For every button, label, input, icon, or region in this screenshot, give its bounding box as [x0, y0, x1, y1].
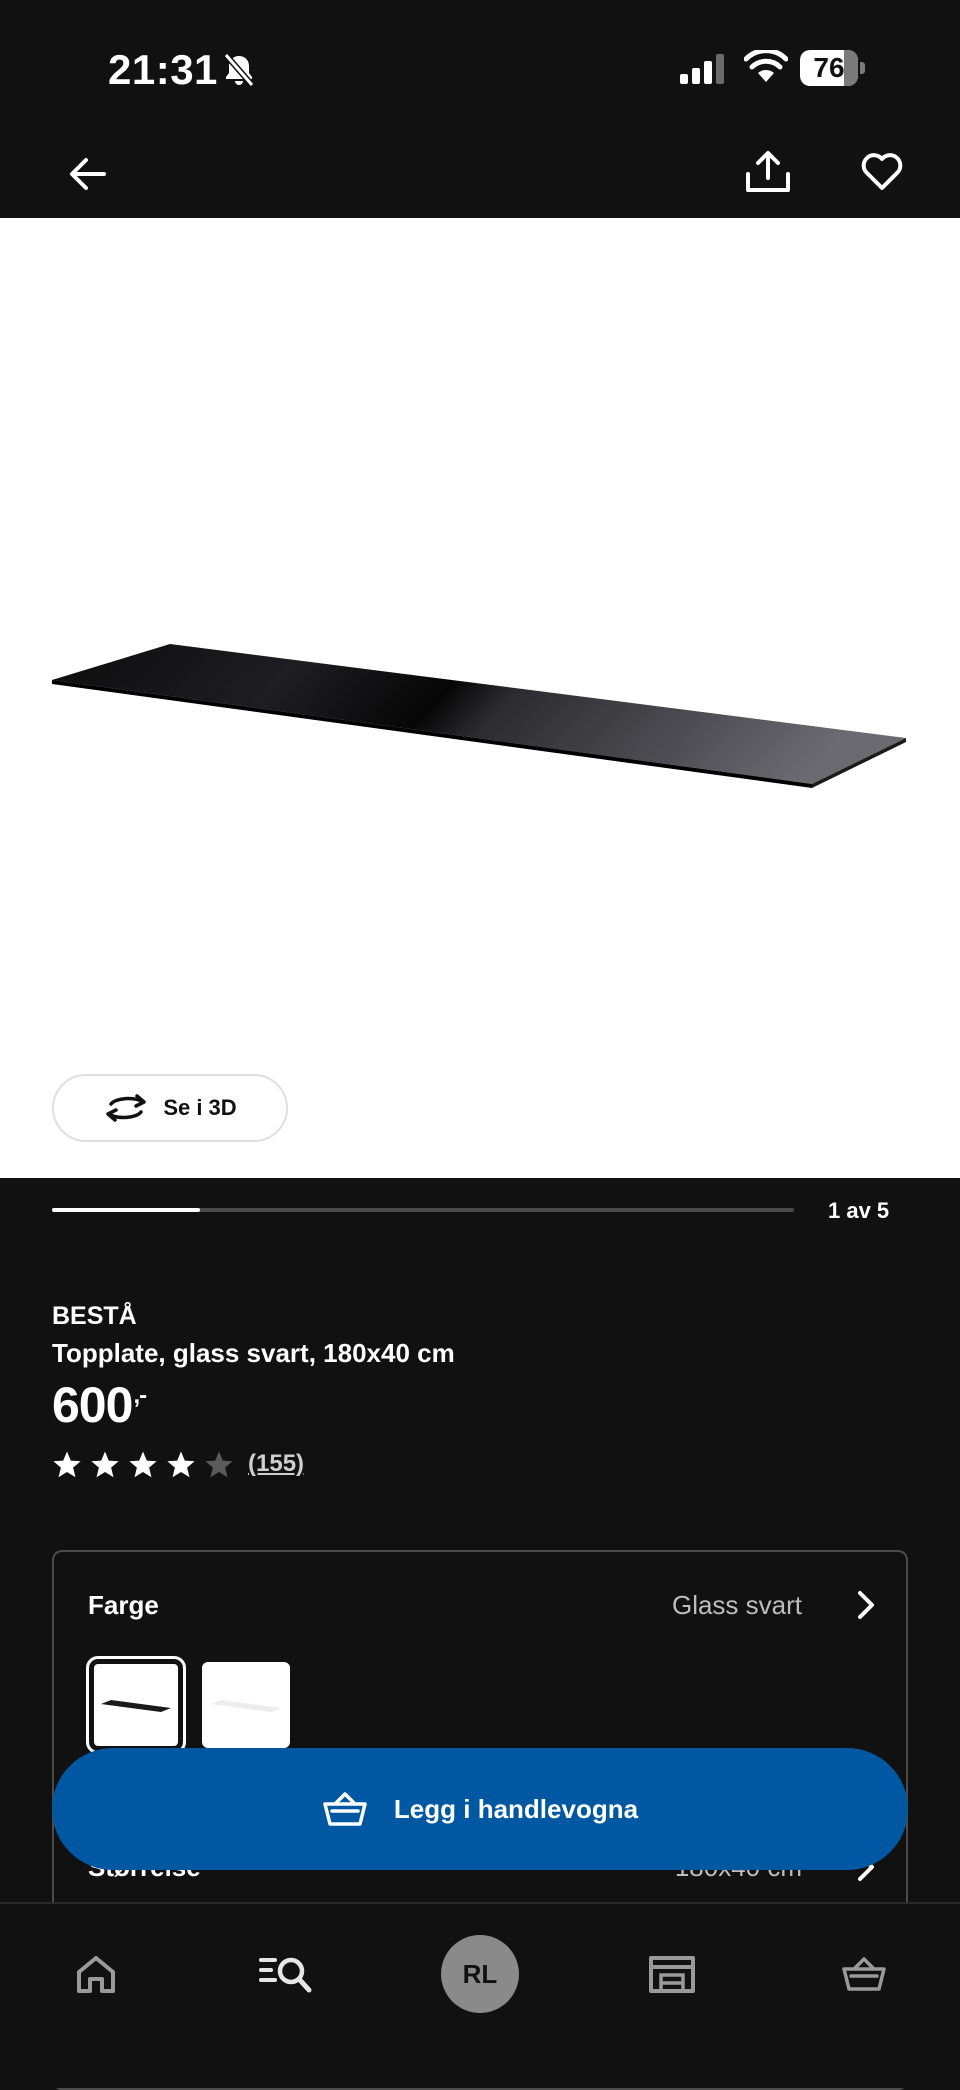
share-icon	[746, 151, 790, 192]
product-header	[0, 140, 960, 218]
bell-muted-icon	[222, 52, 256, 93]
rotate-3d-icon	[106, 1094, 147, 1122]
gallery-progress-bar	[52, 1208, 794, 1212]
product-price: 600,-	[52, 1376, 147, 1434]
share-button[interactable]	[742, 144, 794, 200]
star-filled-icon	[53, 1451, 81, 1478]
add-to-cart-label: Legg i handlevogna	[393, 1793, 639, 1824]
color-option-label: Farge	[88, 1590, 159, 1620]
battery-level: 76	[813, 52, 845, 83]
product-description: Topplate, glass svart, 180x40 cm	[52, 1338, 455, 1368]
shopping-basket-icon	[842, 1957, 886, 1991]
color-swatch-black-glass[interactable]	[86, 1656, 186, 1754]
store-icon	[649, 1956, 695, 1993]
arrow-left-icon	[70, 158, 106, 190]
battery-indicator: 76	[800, 50, 866, 86]
price-suffix: ,-	[133, 1382, 147, 1409]
tab-home[interactable]	[56, 1934, 136, 2014]
tab-search[interactable]	[246, 1934, 326, 2014]
avatar: RL	[441, 1935, 519, 2013]
cellular-signal-icon	[680, 54, 728, 89]
back-button[interactable]	[64, 150, 112, 198]
star-empty-icon	[205, 1451, 233, 1478]
price-amount: 600	[52, 1377, 133, 1433]
add-to-cart-button[interactable]: Legg i handlevogna	[52, 1748, 908, 1870]
favorite-button[interactable]	[858, 148, 906, 196]
avatar-initials: RL	[462, 1958, 498, 1989]
wifi-icon	[743, 48, 789, 89]
home-icon	[77, 1956, 115, 1993]
product-brand: BESTÅ	[52, 1302, 137, 1330]
shopping-basket-icon	[323, 1792, 367, 1826]
search-list-icon	[259, 1957, 312, 1993]
star-filled-icon	[167, 1451, 195, 1478]
color-swatch-white-glass[interactable]	[202, 1662, 290, 1748]
color-option-row[interactable]: Farge Glass svart	[54, 1582, 906, 1632]
tab-profile[interactable]: RL	[440, 1934, 520, 2014]
star-filled-icon	[91, 1451, 119, 1478]
product-image	[52, 644, 906, 788]
white-glass-thumbnail	[211, 1700, 281, 1712]
gallery-progress-fill	[52, 1208, 201, 1212]
bottom-tab-bar: RL	[0, 1902, 960, 2088]
product-image-gallery[interactable]: Se i 3D	[0, 218, 960, 1178]
status-bar: 21:31 76	[0, 0, 960, 140]
chevron-right-icon	[856, 1590, 876, 1625]
star-filled-icon	[129, 1451, 157, 1478]
tab-cart[interactable]	[824, 1934, 904, 2014]
black-glass-thumbnail	[101, 1700, 171, 1712]
color-option-value: Glass svart	[671, 1590, 802, 1620]
status-time: 21:31	[108, 46, 218, 93]
tab-stores[interactable]	[632, 1934, 712, 2014]
review-count-link[interactable]: (155)	[248, 1450, 304, 1478]
view-3d-label: Se i 3D	[163, 1095, 237, 1120]
gallery-position-label: 1 av 5	[828, 1198, 890, 1223]
rating-stars[interactable]	[52, 1450, 234, 1479]
heart-icon	[861, 153, 903, 190]
view-3d-button[interactable]: Se i 3D	[52, 1074, 288, 1142]
